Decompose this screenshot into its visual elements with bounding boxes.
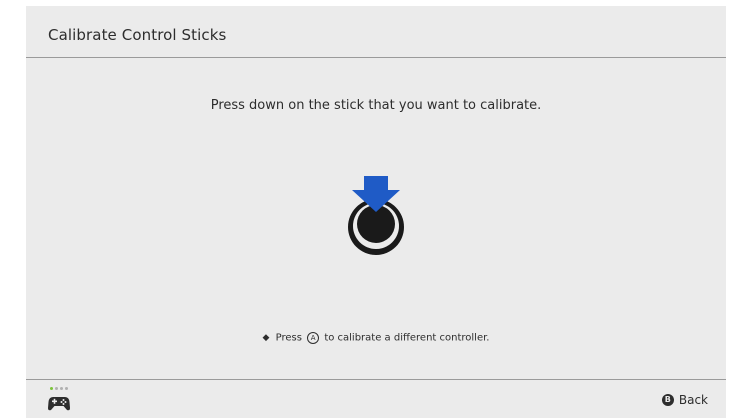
instruction-text: Press down on the stick that you want to… [210,98,542,113]
change-controller-hint: ◆ Press A to calibrate a different contr… [26,332,726,344]
header: Calibrate Control Sticks [26,6,726,57]
player-lights [50,387,68,391]
b-button-icon: B [661,394,674,406]
footer-divider [26,379,726,380]
calibrate-screen: Calibrate Control Sticks Press down on t… [26,6,726,418]
hint-suffix: to calibrate a different controller. [324,332,490,344]
back-label: Back [678,393,708,407]
controller-icon [48,397,70,411]
player-light-3 [60,387,63,390]
hint-bullet: ◆ [262,333,270,343]
player-light-4 [65,387,68,390]
page-title: Calibrate Control Sticks [48,26,227,44]
player-light-2 [55,387,58,390]
hint-prefix: Press [275,332,302,344]
stick-press-down-icon [348,176,404,255]
controller-indicator [48,387,74,417]
header-divider [26,57,726,58]
player-light-1 [50,387,53,390]
a-button-icon: A [307,332,320,344]
back-button[interactable]: B Back [661,391,708,409]
